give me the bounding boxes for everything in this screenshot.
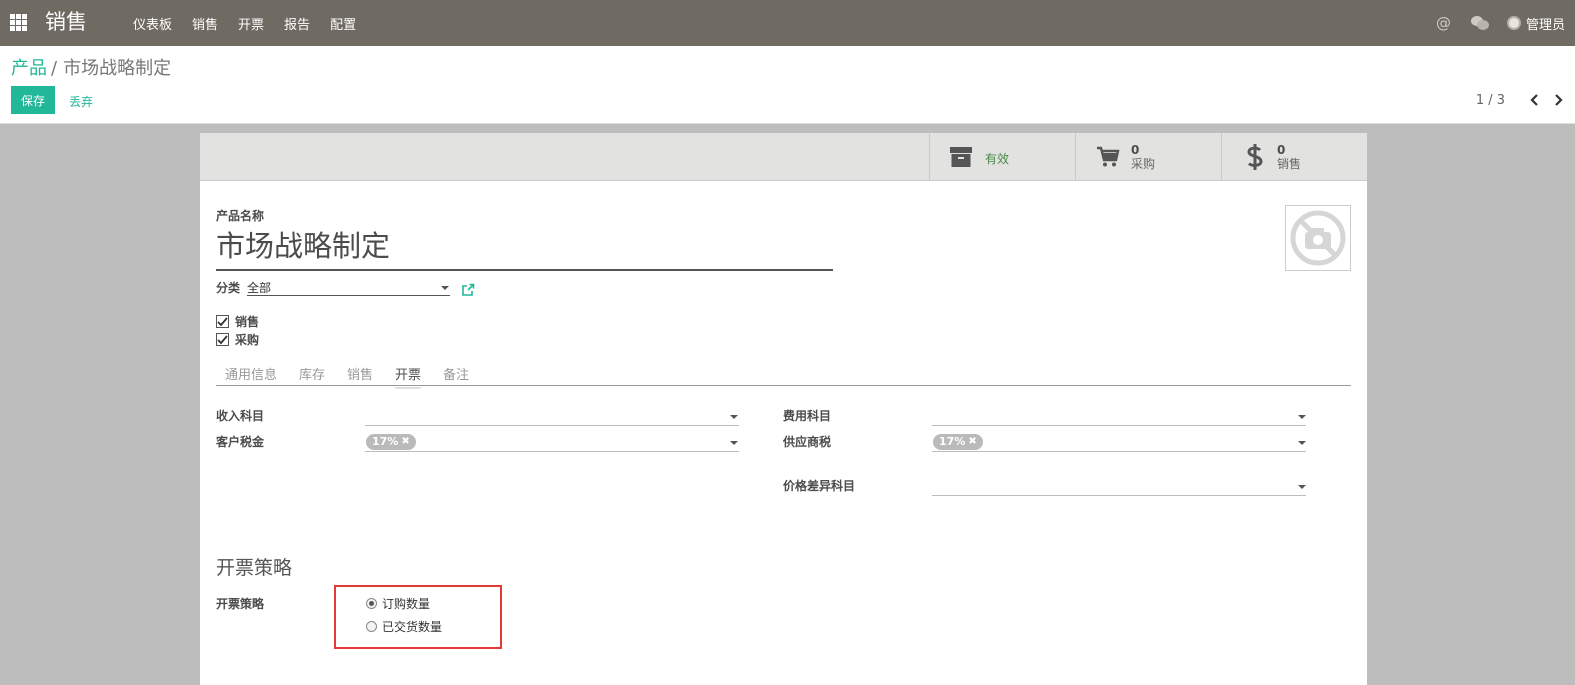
mentions-icon[interactable]: @ [1436,14,1451,32]
user-name: 管理员 [1525,17,1565,33]
chevron-left-icon[interactable] [1527,90,1541,110]
can-be-purchased-checkbox[interactable] [216,333,229,346]
customer-tax-tag: 17% ✖ [366,434,416,450]
active-label: 有效 [985,152,1010,166]
purchase-label: 采购 [1131,157,1156,171]
chevron-down-icon[interactable] [1298,415,1306,419]
chevron-down-icon[interactable] [441,286,449,290]
policy-option-ordered[interactable]: 订购数量 [366,595,430,612]
price-difference-label: 价格差异科目 [783,479,856,493]
menu-item-reporting[interactable]: 报告 [284,14,310,33]
notebook-tabs: 通用信息 库存 销售 开票 备注 [216,359,1351,389]
menu-item-invoicing[interactable]: 开票 [238,14,264,33]
menu-item-sales[interactable]: 销售 [192,14,218,33]
product-name-label: 产品名称 [216,209,265,223]
can-be-sold-option: 销售 [216,313,259,330]
customer-taxes-field[interactable] [365,451,739,452]
chevron-down-icon[interactable] [1298,441,1306,445]
app-title: 销售 [45,10,87,34]
user-menu[interactable]: 管理员 [1506,14,1565,33]
can-be-purchased-label: 采购 [235,333,260,347]
chevron-down-icon[interactable] [730,415,738,419]
pager: 1 / 3 [1476,90,1565,110]
remove-tag-icon[interactable]: ✖ [968,434,976,450]
invoicing-policy-label: 开票策略 [216,597,265,611]
active-toggle-button[interactable]: 有效 [929,133,1075,181]
discard-button[interactable]: 丢弃 [69,93,93,110]
navbar-right: @ 管理员 [1436,0,1565,46]
can-be-sold-label: 销售 [235,315,260,329]
radio-ordered[interactable] [366,598,377,609]
chat-icon[interactable] [1470,16,1489,30]
purchase-stat-button[interactable]: 0 采购 [1075,133,1221,181]
policy-option-ordered-label: 订购数量 [382,597,431,611]
tab-notes[interactable]: 备注 [443,364,469,383]
main-menu: 仪表板 销售 开票 报告 配置 [133,0,376,46]
tab-general-info[interactable]: 通用信息 [225,364,277,383]
stat-button-box: 有效 0 采购 0 销售 [200,133,1367,181]
sales-label: 销售 [1277,157,1302,171]
save-button[interactable]: 保存 [11,86,55,114]
archive-icon [950,147,972,167]
expense-account-label: 费用科目 [783,409,832,423]
tab-inventory[interactable]: 库存 [299,364,325,383]
control-panel: 产品 / 市场战略制定 保存 丢弃 1 / 3 [0,46,1575,124]
menu-item-configuration[interactable]: 配置 [330,14,356,33]
external-link-icon[interactable] [461,283,475,297]
product-name-input[interactable]: 市场战略制定 [216,226,390,266]
tab-sales[interactable]: 销售 [347,364,373,383]
vendor-tax-tag: 17% ✖ [933,434,983,450]
breadcrumb-current: 市场战略制定 [63,58,172,79]
tab-invoicing[interactable]: 开票 [395,364,422,389]
purchase-count: 0 [1131,143,1140,157]
vendor-tax-tag-label: 17% [939,435,966,448]
avatar [1506,16,1521,30]
can-be-purchased-option: 采购 [216,331,259,348]
invoicing-policy-section-title: 开票策略 [216,557,293,579]
vendor-taxes-field[interactable] [932,451,1306,452]
category-label: 分类 [216,281,241,295]
product-name-underline [216,269,833,271]
category-select[interactable]: 全部 [247,279,271,296]
sales-stat-button[interactable]: 0 销售 [1221,133,1367,181]
checkmark-icon [217,334,228,344]
product-image[interactable] [1285,205,1351,271]
expense-account-field[interactable] [932,425,1306,426]
income-account-field[interactable] [365,425,739,426]
remove-tag-icon[interactable]: ✖ [401,434,409,450]
price-difference-field[interactable] [932,495,1306,496]
breadcrumb: 产品 / 市场战略制定 [11,57,171,81]
category-underline [247,295,450,296]
can-be-sold-checkbox[interactable] [216,315,229,328]
checkmark-icon [217,316,228,326]
chevron-down-icon[interactable] [1298,485,1306,489]
menu-item-dashboard[interactable]: 仪表板 [133,14,172,33]
vendor-taxes-label: 供应商税 [783,435,832,449]
pager-value: 1 / 3 [1475,92,1505,108]
no-camera-icon [1290,210,1346,266]
sales-count: 0 [1277,143,1286,157]
breadcrumb-parent[interactable]: 产品 [11,58,47,79]
cart-icon [1097,146,1120,167]
policy-option-delivered-label: 已交货数量 [382,620,443,634]
income-account-label: 收入科目 [216,409,265,423]
chevron-down-icon[interactable] [730,441,738,445]
policy-option-delivered[interactable]: 已交货数量 [366,618,442,635]
apps-grid-icon[interactable] [10,14,27,31]
customer-tax-tag-label: 17% [372,435,399,448]
dollar-icon [1247,144,1263,170]
radio-delivered[interactable] [366,621,377,632]
form-sheet: 有效 0 采购 0 销售 产品名称 市场战略制定 分类 全部 销售 采购 通用信… [200,133,1367,685]
top-navbar: 销售 仪表板 销售 开票 报告 配置 @ 管理员 [0,0,1575,46]
breadcrumb-separator: / [51,58,58,79]
chevron-right-icon[interactable] [1551,90,1565,110]
customer-taxes-label: 客户税金 [216,435,265,449]
